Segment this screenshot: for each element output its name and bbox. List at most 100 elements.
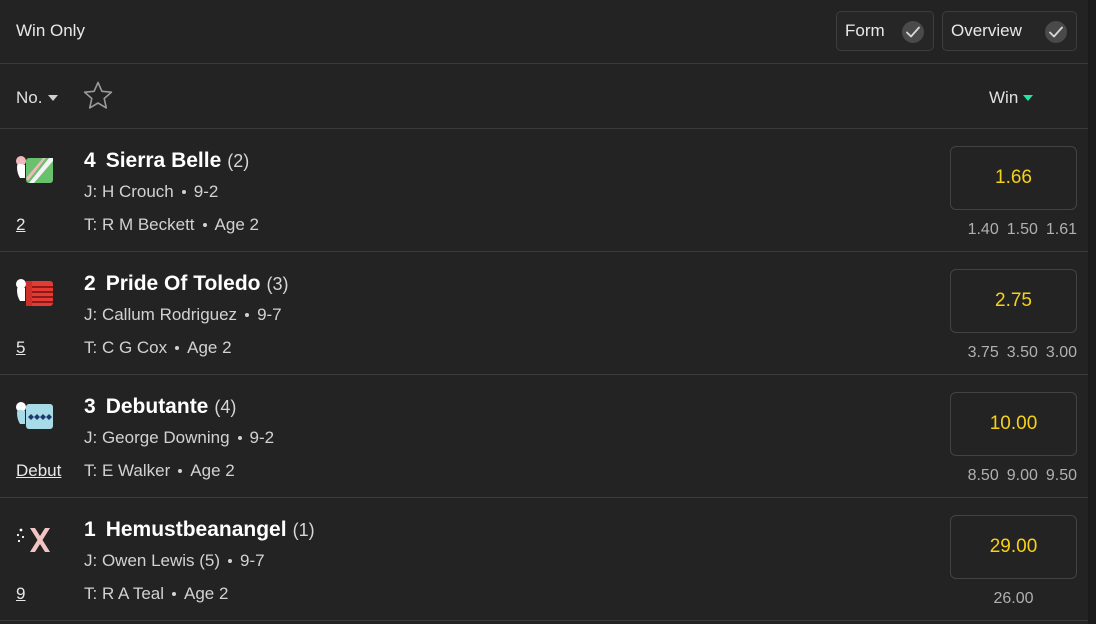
- market-bar: Win Only Form Overview: [0, 0, 1088, 64]
- runner-draw: (4): [214, 397, 237, 417]
- win-odds-value: 2.75: [995, 290, 1032, 311]
- form-toggle-label: Form: [845, 21, 885, 40]
- runner-draw: (2): [227, 151, 250, 171]
- scrollbar-track[interactable]: [1088, 0, 1096, 624]
- green-white-diagonal-silk-icon: [16, 156, 53, 183]
- separator-dot: [237, 436, 242, 440]
- trainer-info: T: R A Teal Age 2: [84, 584, 228, 604]
- recent-form-link[interactable]: 5: [16, 338, 25, 358]
- runner-title: 4 Sierra Belle (2): [84, 149, 249, 173]
- trainer-name: T: R M Beckett: [84, 215, 195, 234]
- separator-dot: [172, 592, 177, 596]
- check-icon: [902, 21, 924, 43]
- caret-down-icon: [48, 95, 59, 101]
- runner-row: 5 2 Pride Of Toledo (3) J: Callum Rodrig…: [0, 252, 1088, 375]
- separator-dot: [228, 559, 233, 563]
- runner-weight: 9-2: [193, 182, 219, 201]
- odds-history-value: 9.00: [1006, 467, 1038, 484]
- recent-form-link[interactable]: 9: [16, 584, 25, 604]
- win-odds-value: 29.00: [989, 536, 1038, 557]
- win-odds-button[interactable]: 10.00: [950, 392, 1077, 456]
- win-odds-button[interactable]: 1.66: [950, 146, 1077, 210]
- win-odds-value: 10.00: [989, 413, 1038, 434]
- recent-form-link[interactable]: Debut: [16, 461, 61, 481]
- separator-dot: [181, 190, 186, 194]
- number-sort-label: No.: [16, 88, 43, 107]
- runner-draw: (3): [266, 274, 289, 294]
- jockey-info: J: George Downing 9-2: [84, 428, 274, 448]
- odds-history: 3.75 3.50 3.00: [917, 344, 1077, 362]
- runner-number: 2: [84, 272, 96, 295]
- odds-history: 26.00: [950, 590, 1077, 608]
- sort-by-number-button[interactable]: No.: [16, 88, 59, 108]
- trainer-info: T: C G Cox Age 2: [84, 338, 232, 358]
- win-odds-button[interactable]: 29.00: [950, 515, 1077, 579]
- trainer-name: T: R A Teal: [84, 584, 165, 603]
- runner-number: 1: [84, 518, 96, 541]
- win-odds-value: 1.66: [995, 167, 1032, 188]
- odds-history-value: 1.40: [967, 221, 999, 238]
- win-sort-label: Win: [989, 88, 1019, 107]
- runner-age: Age 2: [187, 338, 232, 357]
- runners-header: No. Win: [0, 64, 1088, 129]
- jockey-info: J: H Crouch 9-2: [84, 182, 218, 202]
- odds-history-value: 8.50: [967, 467, 999, 484]
- runner-weight: 9-7: [257, 305, 282, 324]
- runner-name: Hemustbeanangel: [105, 518, 287, 541]
- separator-dot: [175, 346, 180, 350]
- runner-name: Debutante: [105, 395, 209, 418]
- runner-name: Pride Of Toledo: [105, 272, 261, 295]
- jockey-name: J: Callum Rodriguez: [84, 305, 238, 324]
- star-favourite-icon[interactable]: [82, 80, 114, 112]
- runner-age: Age 2: [214, 215, 259, 234]
- red-hooped-silk-icon: [16, 279, 53, 306]
- separator-dot: [178, 469, 183, 473]
- check-icon: [1045, 21, 1067, 43]
- odds-history-value: 1.50: [1006, 221, 1038, 238]
- runner-title: 1 Hemustbeanangel (1): [84, 518, 315, 542]
- trainer-info: T: E Walker Age 2: [84, 461, 235, 481]
- recent-form-link[interactable]: 2: [16, 215, 25, 235]
- runner-title: 2 Pride Of Toledo (3): [84, 272, 288, 296]
- odds-history: 1.40 1.50 1.61: [917, 221, 1077, 239]
- trainer-name: T: C G Cox: [84, 338, 168, 357]
- runner-row: 9 1 Hemustbeanangel (1) J: Owen Lewis (5…: [0, 498, 1088, 621]
- runner-title: 3 Debutante (4): [84, 395, 236, 419]
- runner-number: 3: [84, 395, 96, 418]
- jockey-name: J: H Crouch: [84, 182, 174, 201]
- trainer-name: T: E Walker: [84, 461, 171, 480]
- jockey-name: J: Owen Lewis (5): [84, 551, 221, 570]
- caret-down-active-icon: [1023, 95, 1034, 101]
- odds-history-value: 9.50: [1045, 467, 1077, 484]
- odds-history-value: 26.00: [993, 590, 1034, 607]
- market-title: Win Only: [16, 21, 85, 40]
- win-odds-button[interactable]: 2.75: [950, 269, 1077, 333]
- runner-row: 2 4 Sierra Belle (2) J: H Crouch 9-2 T: …: [0, 129, 1088, 252]
- jockey-info: J: Callum Rodriguez 9-7: [84, 305, 282, 325]
- runner-name: Sierra Belle: [105, 149, 222, 172]
- separator-dot: [245, 313, 250, 317]
- light-blue-diamonds-silk-icon: [16, 402, 53, 429]
- odds-history-value: 1.61: [1045, 221, 1077, 238]
- runner-draw: (1): [292, 520, 315, 540]
- form-toggle-button[interactable]: Form: [836, 11, 934, 51]
- odds-history: 8.50 9.00 9.50: [917, 467, 1077, 485]
- runner-age: Age 2: [190, 461, 235, 480]
- jockey-name: J: George Downing: [84, 428, 230, 447]
- overview-toggle-button[interactable]: Overview: [942, 11, 1077, 51]
- jockey-info: J: Owen Lewis (5) 9-7: [84, 551, 265, 571]
- sort-by-win-button[interactable]: Win: [989, 88, 1034, 108]
- race-card-panel: Win Only Form Overview No. Win 2 4 Sierr…: [0, 0, 1088, 624]
- odds-history-value: 3.00: [1045, 344, 1077, 361]
- odds-history-value: 3.50: [1006, 344, 1038, 361]
- runner-weight: 9-2: [249, 428, 275, 447]
- runner-row: Debut 3 Debutante (4) J: George Downing …: [0, 375, 1088, 498]
- overview-toggle-label: Overview: [951, 21, 1022, 40]
- odds-history-value: 3.75: [967, 344, 999, 361]
- separator-dot: [202, 223, 207, 227]
- runner-age: Age 2: [184, 584, 229, 603]
- pink-cross-belts-silk-icon: [16, 528, 50, 552]
- runner-number: 4: [84, 149, 96, 172]
- trainer-info: T: R M Beckett Age 2: [84, 215, 259, 235]
- runner-weight: 9-7: [240, 551, 265, 570]
